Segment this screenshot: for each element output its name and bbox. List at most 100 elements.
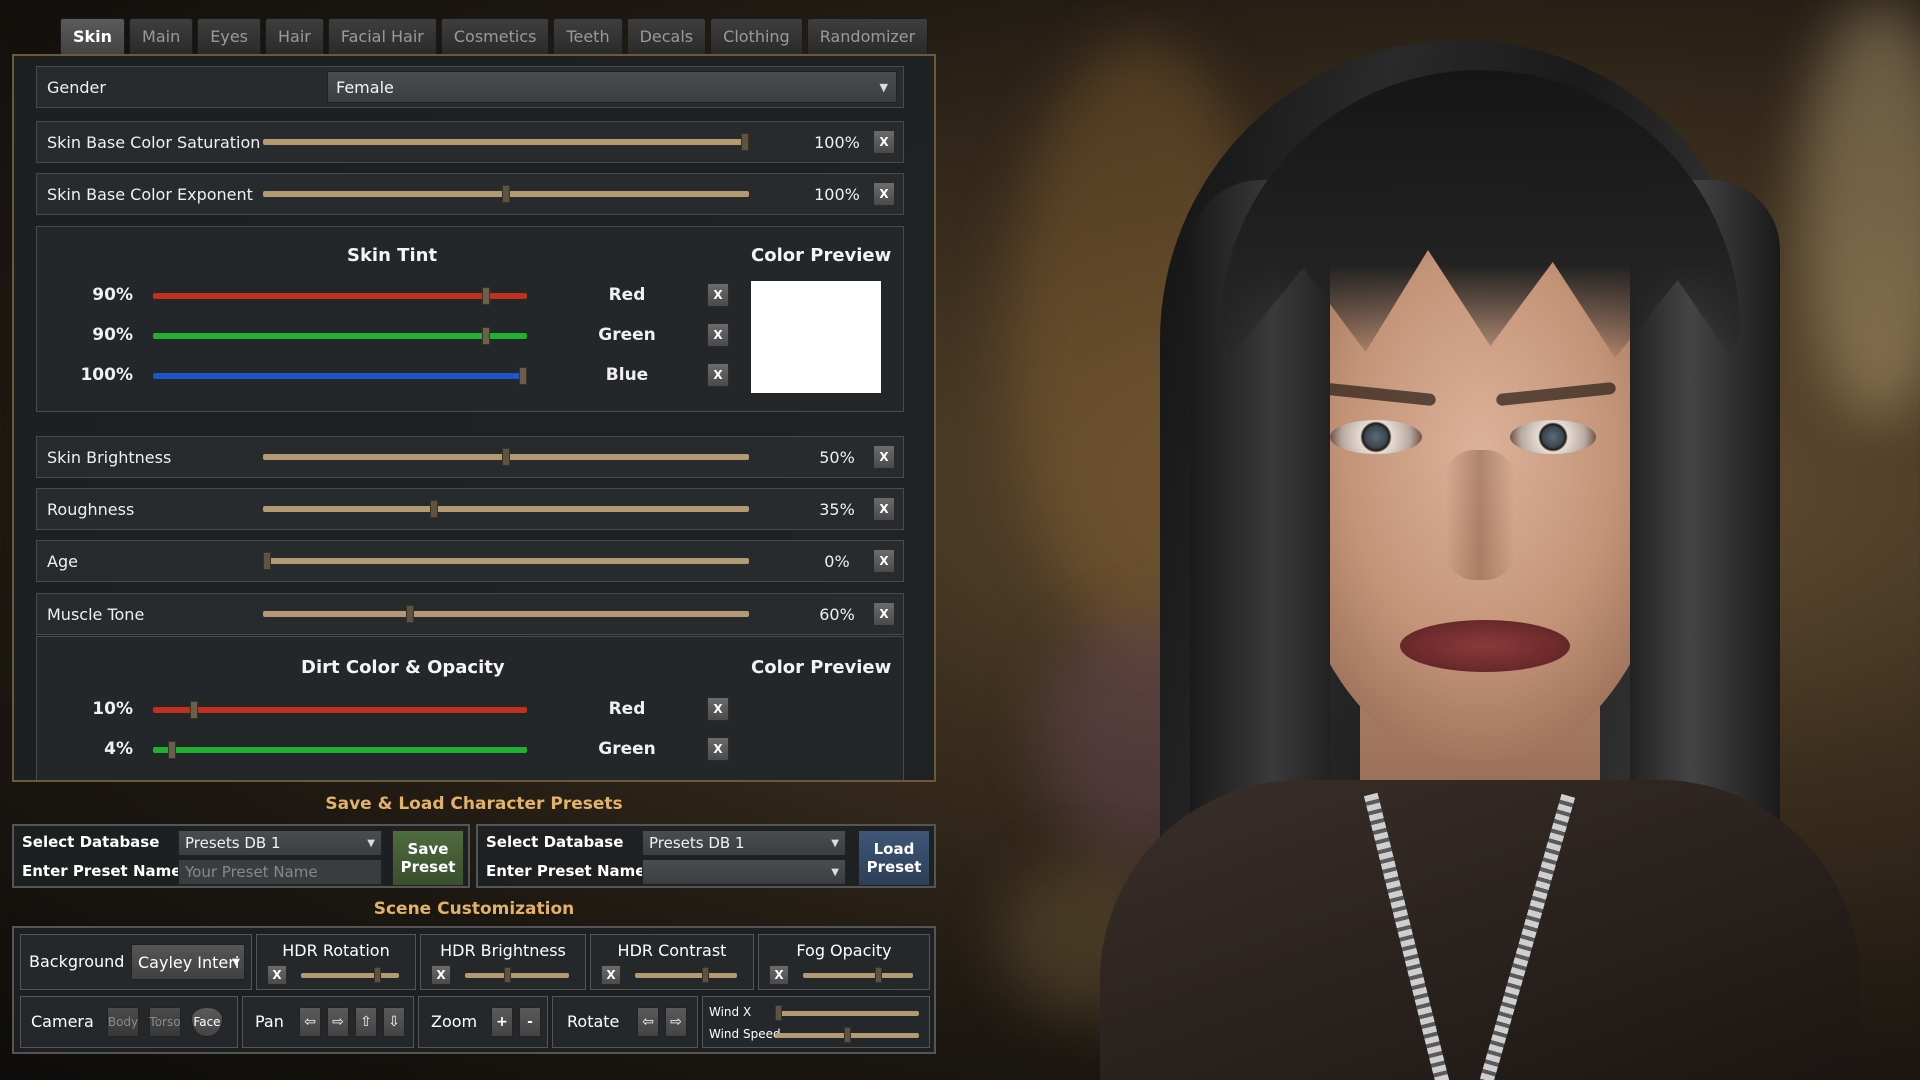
hdr-brightness-reset-button[interactable]: X (431, 965, 451, 985)
skin-brightness-value: 50% (819, 447, 855, 467)
tab-teeth[interactable]: Teeth (553, 18, 623, 54)
fog-opacity-slider[interactable] (803, 967, 913, 983)
hdr-contrast-cell: HDR Contrast X (590, 934, 754, 990)
skin-tint-green-slider[interactable] (153, 333, 527, 339)
hdr-brightness-slider[interactable] (465, 967, 569, 983)
skin-base-color-exponent-slider[interactable] (263, 185, 749, 203)
tab-facial-hair[interactable]: Facial Hair (327, 18, 437, 54)
wind-x-thumb[interactable] (775, 1005, 782, 1021)
skin-tint-red-thumb[interactable] (482, 287, 490, 305)
muscle-tone-slider[interactable] (263, 605, 749, 623)
skin-tint-blue-reset-button[interactable]: X (707, 363, 729, 387)
wind-speed-thumb[interactable] (844, 1027, 851, 1043)
load-preset-name-select[interactable]: ▼ (642, 859, 846, 885)
skin-base-color-saturation-thumb[interactable] (741, 133, 749, 151)
dirt-green-reset-button[interactable]: X (707, 737, 729, 761)
skin-brightness-thumb[interactable] (502, 448, 510, 466)
dirt-green-thumb[interactable] (168, 741, 176, 759)
background-cell: Background Cayley Interi ▼ (20, 934, 252, 990)
muscle-tone-thumb[interactable] (406, 605, 414, 623)
fog-opacity-thumb[interactable] (875, 967, 882, 983)
dirt-green-slider[interactable] (153, 747, 527, 753)
roughness-thumb[interactable] (430, 500, 438, 518)
rotate-cell: Rotate ⇦ ⇨ (552, 996, 698, 1048)
hdr-rotation-reset-button[interactable]: X (267, 965, 287, 985)
skin-tint-red-row: 90% Red X (37, 281, 905, 311)
preset-name-placeholder: Your Preset Name (185, 863, 318, 881)
zoom-label: Zoom (431, 1012, 478, 1031)
skin-base-color-saturation-slider[interactable] (263, 133, 749, 151)
tab-cosmetics[interactable]: Cosmetics (440, 18, 550, 54)
pan-left-icon[interactable]: ⇦ (299, 1007, 321, 1037)
camera-body-button[interactable]: Body (107, 1007, 139, 1037)
gender-row: Gender Female ▼ (36, 66, 904, 108)
rotate-left-icon[interactable]: ⇦ (637, 1007, 659, 1037)
gender-dropdown[interactable]: Female ▼ (327, 71, 897, 103)
tab-eyes[interactable]: Eyes (197, 18, 262, 54)
character-eye-left (1330, 420, 1422, 454)
skin-tint-blue-thumb[interactable] (519, 367, 527, 385)
skin-tint-red-reset-button[interactable]: X (707, 283, 729, 307)
hdr-contrast-thumb[interactable] (702, 967, 709, 983)
skin-brightness-slider[interactable] (263, 448, 749, 466)
age-thumb[interactable] (263, 552, 271, 570)
tab-main[interactable]: Main (129, 18, 194, 54)
roughness-reset-button[interactable]: X (873, 497, 895, 521)
dirt-red-thumb[interactable] (190, 701, 198, 719)
background-select[interactable]: Cayley Interi ▼ (131, 944, 245, 980)
save-database-select[interactable]: Presets DB 1 ▼ (178, 830, 382, 856)
category-tabs: Skin Main Eyes Hair Facial Hair Cosmetics Teet… (60, 18, 929, 54)
tab-skin[interactable]: Skin (60, 18, 126, 54)
fog-opacity-reset-button[interactable]: X (769, 965, 789, 985)
save-preset-name-input[interactable]: Your Preset Name (178, 859, 382, 885)
muscle-tone-label: Muscle Tone (47, 604, 145, 624)
skin-tint-green-thumb[interactable] (482, 327, 490, 345)
camera-torso-button[interactable]: Torso (149, 1007, 181, 1037)
skin-tint-red-slider[interactable] (153, 293, 527, 299)
save-preset-button[interactable]: Save Preset (392, 830, 464, 886)
wind-speed-label: Wind Speed (709, 1027, 781, 1041)
roughness-slider[interactable] (263, 500, 749, 518)
muscle-tone-reset-button[interactable]: X (873, 602, 895, 626)
skin-base-color-saturation-reset-button[interactable]: X (873, 130, 895, 154)
pan-up-icon[interactable]: ⇧ (355, 1007, 377, 1037)
zoom-out-icon[interactable]: - (519, 1007, 541, 1037)
skin-tint-green-reset-button[interactable]: X (707, 323, 729, 347)
hdr-rotation-slider[interactable] (301, 967, 399, 983)
dirt-red-slider[interactable] (153, 707, 527, 713)
dirt-green-row: 4% Green X (37, 735, 905, 765)
tab-decals[interactable]: Decals (626, 18, 707, 54)
tab-hair[interactable]: Hair (265, 18, 324, 54)
scene-customization-panel: Background Cayley Interi ▼ HDR Rotation X… (12, 926, 936, 1054)
roughness-row: Roughness 35% X (36, 488, 904, 530)
dirt-red-reset-button[interactable]: X (707, 697, 729, 721)
pan-down-icon[interactable]: ⇩ (383, 1007, 405, 1037)
pan-right-icon[interactable]: ⇨ (327, 1007, 349, 1037)
skin-base-color-exponent-reset-button[interactable]: X (873, 182, 895, 206)
skin-tint-blue-row: 100% Blue X (37, 361, 905, 391)
hdr-brightness-thumb[interactable] (504, 967, 511, 983)
wind-x-slider[interactable] (775, 1005, 919, 1021)
character-eye-right (1510, 420, 1596, 454)
skin-tint-blue-slider[interactable] (153, 373, 527, 379)
load-preset-button[interactable]: Load Preset (858, 830, 930, 886)
camera-face-button[interactable]: Face (191, 1007, 223, 1037)
load-database-select[interactable]: Presets DB 1 ▼ (642, 830, 846, 856)
skin-base-color-saturation-label: Skin Base Color Saturation (47, 132, 261, 152)
zoom-in-icon[interactable]: + (491, 1007, 513, 1037)
skin-brightness-reset-button[interactable]: X (873, 445, 895, 469)
tab-randomizer[interactable]: Randomizer (806, 18, 929, 54)
skin-panel[interactable]: Gender Female ▼ Skin Base Color Saturati… (12, 54, 936, 782)
dirt-title: Dirt Color & Opacity (301, 657, 505, 678)
hdr-rotation-thumb[interactable] (374, 967, 381, 983)
age-reset-button[interactable]: X (873, 549, 895, 573)
skin-base-color-exponent-thumb[interactable] (502, 185, 510, 203)
hdr-contrast-slider[interactable] (635, 967, 737, 983)
load-preset-name-label: Enter Preset Name (486, 862, 646, 880)
wind-speed-slider[interactable] (775, 1027, 919, 1043)
rotate-right-icon[interactable]: ⇨ (665, 1007, 687, 1037)
age-slider[interactable] (263, 552, 749, 570)
hdr-contrast-reset-button[interactable]: X (601, 965, 621, 985)
tab-clothing[interactable]: Clothing (710, 18, 803, 54)
save-preset-button-line2: Preset (400, 858, 456, 876)
